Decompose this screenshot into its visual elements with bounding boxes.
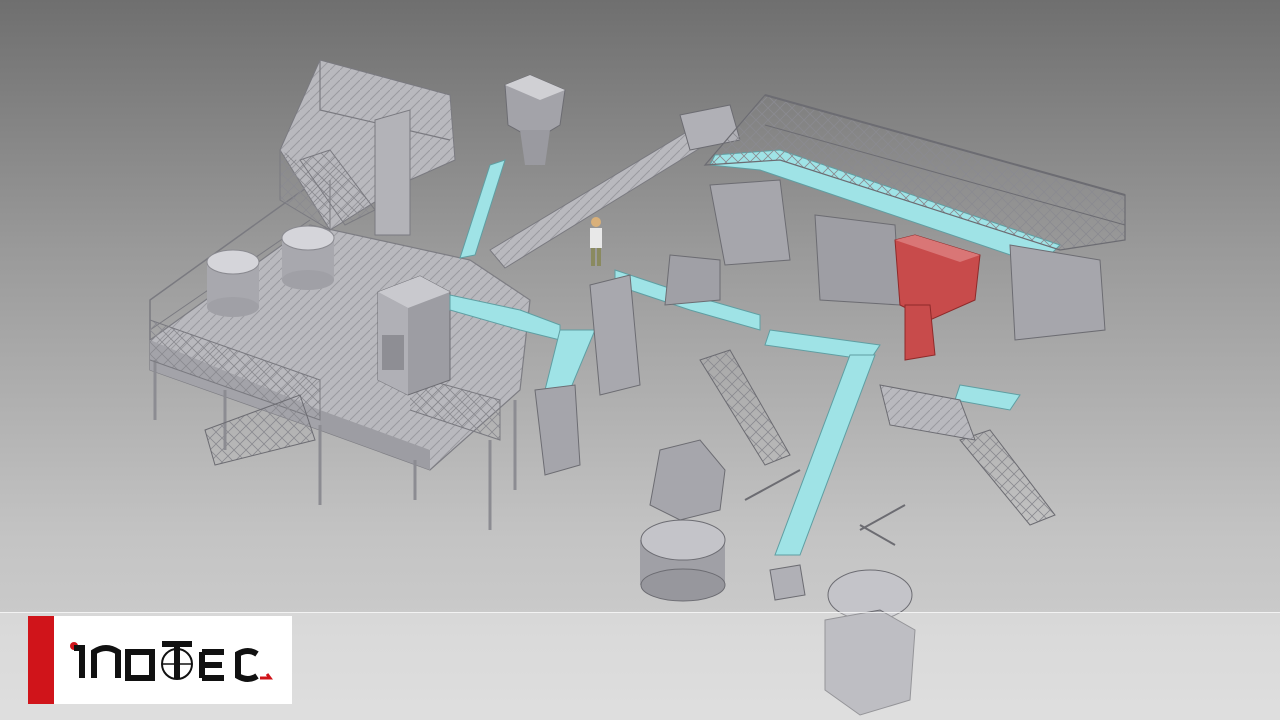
bottom-mixer-left [640,439,726,602]
process-cabinet [377,275,451,396]
inotec-wordmark-logo [70,641,273,682]
logo-red-bar [28,616,54,704]
plant-render-scene [0,0,1280,720]
upper-left-tower [279,59,456,236]
feed-hopper [504,74,566,165]
highlighted-red-machine [894,234,981,361]
right-stairs [699,349,1056,526]
operator-figure [590,217,602,266]
